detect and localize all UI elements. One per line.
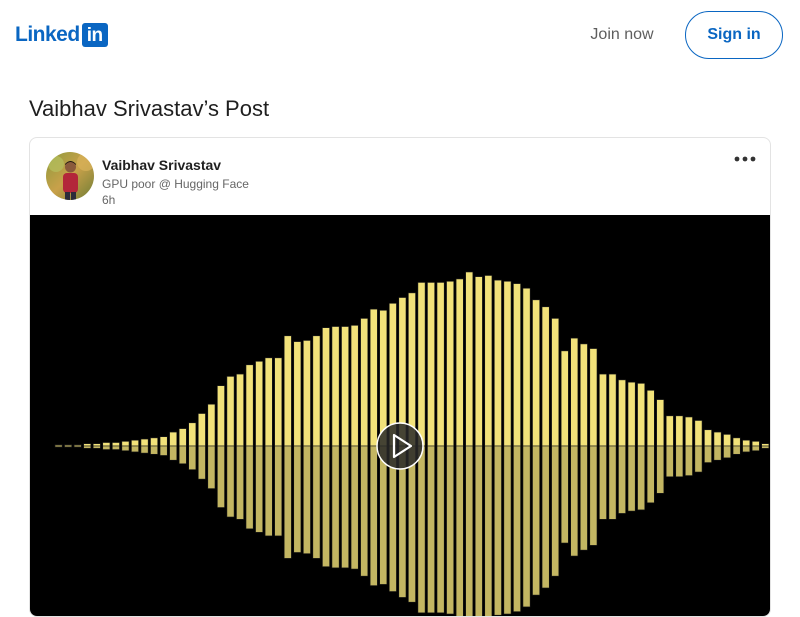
waveform-bar — [427, 282, 435, 447]
avatar[interactable] — [46, 152, 94, 200]
waveform-bar — [131, 439, 139, 447]
waveform-bar — [637, 383, 646, 447]
avatar-photo — [46, 152, 94, 200]
waveform-bar — [656, 399, 665, 447]
page-title: Vaibhav Srivastav’s Post — [29, 96, 270, 121]
waveform-bar — [684, 416, 693, 447]
author-headline: GPU poor @ Hugging Face — [102, 177, 249, 191]
waveform-bar — [618, 379, 626, 447]
waveform-bar — [159, 436, 168, 447]
waveform-bar — [560, 350, 569, 447]
waveform-bar — [331, 326, 340, 447]
waveform-bar — [255, 361, 264, 447]
audio-waveform — [30, 271, 770, 616]
waveform-bar — [283, 335, 292, 447]
waveform-bar — [150, 437, 158, 447]
waveform-bar — [532, 299, 540, 447]
waveform-bar — [121, 441, 130, 447]
waveform-bar — [245, 364, 254, 447]
waveform-bar — [264, 357, 273, 447]
top-navigation: Linked in Join now Sign in — [0, 0, 800, 72]
waveform-bar — [302, 340, 311, 447]
play-icon — [376, 422, 424, 470]
waveform-bar — [732, 437, 741, 447]
waveform-bar — [723, 434, 731, 447]
waveform-bar — [274, 357, 283, 447]
waveform-bar — [465, 271, 474, 447]
waveform-bar — [83, 443, 92, 447]
waveform-bar — [551, 318, 560, 447]
waveform-bar — [293, 341, 302, 447]
post-card: Vaibhav Srivastav GPU poor @ Hugging Fac… — [29, 137, 771, 617]
waveform-bar — [751, 441, 760, 447]
waveform-bar — [665, 415, 674, 447]
waveform-bar — [522, 287, 531, 447]
waveform-bar — [188, 422, 197, 447]
author-name[interactable]: Vaibhav Srivastav — [102, 156, 221, 174]
waveform-bar — [322, 327, 330, 447]
waveform-bar — [599, 373, 607, 447]
waveform-bar — [436, 282, 445, 447]
logo-wordmark: Linked — [15, 23, 80, 46]
sign-in-button[interactable]: Sign in — [685, 11, 783, 59]
reflection-shade — [30, 446, 770, 616]
waveform-bar — [484, 275, 493, 447]
waveform-bar — [579, 343, 588, 447]
waveform-bar — [493, 279, 502, 447]
linkedin-logo[interactable]: Linked in — [15, 22, 108, 48]
waveform-bar — [761, 443, 770, 447]
waveform-bar — [455, 278, 464, 447]
waveform-bar — [226, 376, 235, 447]
waveform-bar — [197, 413, 206, 447]
waveform-bar — [675, 415, 684, 447]
waveform-bar — [513, 283, 521, 447]
waveform-bar — [236, 373, 244, 447]
waveform-bar — [474, 276, 483, 447]
waveform-bar — [541, 306, 550, 447]
waveform-bar — [713, 431, 722, 447]
waveform-bar — [217, 385, 225, 447]
waveform-bar — [704, 429, 712, 447]
waveform-bar — [589, 348, 598, 447]
waveform-bar — [207, 403, 216, 447]
waveform-bar — [92, 443, 101, 447]
waveform-bar — [360, 318, 369, 447]
waveform-bar — [627, 381, 636, 447]
waveform-bar — [742, 439, 751, 447]
play-button[interactable] — [376, 422, 424, 470]
waveform-bar — [570, 337, 579, 447]
waveform-bar — [140, 438, 149, 447]
more-options-button[interactable] — [730, 148, 760, 170]
waveform-bar — [169, 431, 178, 447]
waveform-bar — [646, 390, 655, 447]
waveform-bar — [350, 325, 359, 447]
post-timestamp: 6h — [102, 193, 116, 207]
logo-in-box: in — [81, 23, 108, 47]
waveform-bar — [503, 280, 512, 447]
waveform-bar — [446, 280, 455, 447]
waveform-bar — [312, 335, 321, 447]
video-player[interactable] — [30, 215, 770, 616]
waveform-bar — [178, 428, 187, 447]
join-now-link[interactable]: Join now — [578, 22, 666, 48]
waveform-bar — [608, 373, 617, 447]
waveform-bar — [102, 442, 111, 447]
ellipsis-icon — [734, 156, 756, 162]
waveform-bar — [112, 442, 120, 447]
waveform-bar — [694, 420, 703, 447]
waveform-bar — [341, 326, 349, 447]
